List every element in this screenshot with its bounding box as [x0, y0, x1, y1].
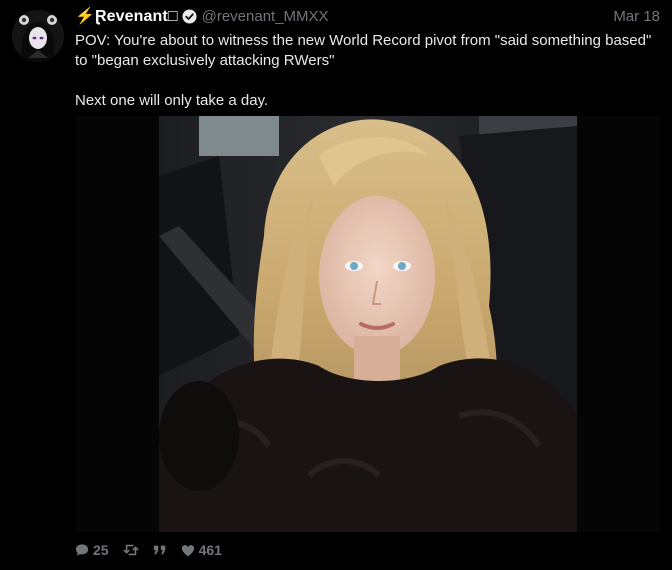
reply-button[interactable]: 25: [75, 542, 109, 558]
heart-icon: [181, 544, 194, 556]
quote-icon: [153, 545, 165, 555]
tweet-header: ⚡Ɽevenant□ @revenant_MMXX Mar 18: [75, 6, 660, 26]
action-bar: 25 461: [75, 540, 232, 560]
like-count: 461: [198, 542, 222, 558]
like-button[interactable]: 461: [181, 542, 222, 558]
reply-count: 25: [93, 542, 109, 558]
tweet-media[interactable]: [75, 116, 660, 532]
display-name[interactable]: ⚡Ɽevenant□: [75, 6, 178, 26]
tweet-text-line-2: Next one will only take a day.: [75, 92, 269, 109]
tweet-photo[interactable]: [159, 116, 577, 532]
tweet-date[interactable]: Mar 18: [613, 8, 660, 25]
avatar[interactable]: [12, 10, 64, 62]
user-handle[interactable]: @revenant_MMXX: [202, 8, 329, 25]
retweet-button[interactable]: [123, 543, 139, 557]
verified-badge-icon: [182, 8, 197, 24]
reply-bubble-icon: [75, 544, 89, 556]
tweet-text: POV: You're about to witness the new Wor…: [75, 31, 660, 111]
tweet-card: ⚡Ɽevenant□ @revenant_MMXX Mar 18 POV: Yo…: [0, 0, 672, 570]
selfie-photo: [159, 116, 577, 532]
quote-button[interactable]: [153, 544, 167, 556]
avatar-illustration: [12, 10, 64, 62]
retweet-icon: [123, 544, 139, 556]
tweet-text-line-1: POV: You're about to witness the new Wor…: [75, 32, 652, 69]
